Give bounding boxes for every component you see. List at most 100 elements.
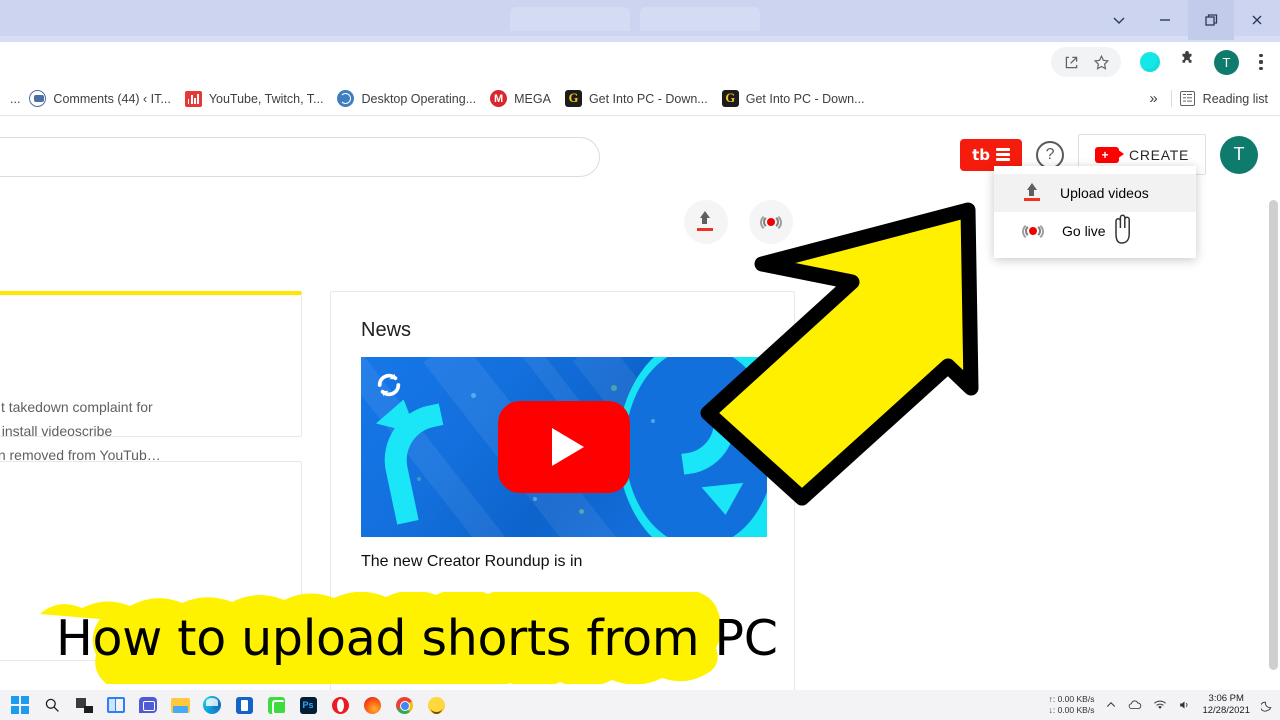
menu-item-label: Go live	[1062, 223, 1106, 239]
party-icon	[427, 696, 445, 714]
bookmark-item-getintopc-1[interactable]: G Get Into PC - Down...	[558, 87, 715, 110]
wifi-icon[interactable]	[1153, 699, 1167, 711]
edge-button[interactable]	[200, 693, 224, 717]
green-app-button[interactable]	[264, 693, 288, 717]
close-icon[interactable]	[1234, 0, 1280, 40]
bookmark-item-youtube-twitch[interactable]: YouTube, Twitch, T...	[178, 87, 331, 110]
getintopc-favicon: G	[564, 90, 582, 107]
clock[interactable]: 3:06 PM 12/28/2021	[1202, 693, 1250, 717]
reading-list-button[interactable]: Reading list	[1179, 90, 1276, 107]
minimize-icon[interactable]	[1142, 0, 1188, 40]
edge-icon	[203, 696, 221, 714]
hamburger-icon	[996, 148, 1010, 161]
menu-item-go-live[interactable]: Go live	[994, 212, 1196, 250]
restore-icon[interactable]	[1188, 0, 1234, 40]
menu-item-upload-videos[interactable]: Upload videos	[994, 174, 1196, 212]
notifications-card: ...fications ...om YouTube ... legal cop…	[0, 291, 302, 463]
refresh-icon	[377, 373, 401, 397]
bookmark-item-comments[interactable]: Comments (44) ‹ IT...	[22, 87, 177, 110]
chevron-up-icon[interactable]	[1105, 699, 1117, 711]
bookmarks-overflow-icon[interactable]: »	[1143, 90, 1163, 107]
scrollbar-thumb[interactable]	[1268, 200, 1278, 670]
news-headline[interactable]: The new Creator Roundup is in	[361, 550, 761, 574]
help-question-icon[interactable]: ?	[1036, 140, 1065, 169]
bookmark-label: MEGA	[514, 91, 551, 106]
bookmarks-divider	[1170, 90, 1172, 107]
news-card-title: News	[361, 319, 412, 341]
reading-list-icon	[1179, 90, 1196, 107]
firefox-button[interactable]	[360, 693, 384, 717]
microsoft-store-button[interactable]	[232, 693, 256, 717]
profile-avatar[interactable]: T	[1214, 49, 1239, 75]
go-live-circle[interactable]	[749, 200, 793, 244]
omnibox-actions	[1051, 47, 1121, 77]
widgets-icon	[107, 697, 125, 713]
firefox-icon	[363, 696, 381, 714]
youtube-play-icon	[498, 401, 630, 493]
extension-circle-icon[interactable]	[1140, 52, 1160, 72]
browser-tab-strip[interactable]	[0, 0, 1280, 42]
go-live-icon	[1022, 221, 1044, 241]
taskbar-apps: Ps	[8, 690, 448, 720]
news-thumbnail[interactable]	[361, 357, 767, 537]
caption-annotation: How to upload shorts from PC	[30, 592, 890, 684]
search-button[interactable]	[40, 693, 64, 717]
bookmark-overflow-left[interactable]: ...	[4, 89, 22, 109]
screen: T ... Comments (44) ‹ IT... YouTube, Twi…	[0, 0, 1280, 720]
bookmark-label: YouTube, Twitch, T...	[208, 91, 324, 106]
folder-icon	[170, 697, 190, 713]
upload-speed: ↑: 0.00 KB/s	[1048, 694, 1095, 704]
volume-icon[interactable]	[1178, 699, 1191, 711]
collapse-chevron-icon[interactable]	[1096, 0, 1142, 40]
widgets-button[interactable]	[104, 693, 128, 717]
bookmark-item-getintopc-2[interactable]: G Get Into PC - Down...	[715, 87, 872, 110]
search-icon	[45, 698, 59, 712]
star-icon[interactable]	[1087, 48, 1115, 76]
caption-text: How to upload shorts from PC	[56, 609, 778, 667]
kebab-menu-icon[interactable]	[1248, 47, 1274, 77]
party-app-button[interactable]	[424, 693, 448, 717]
chat-button[interactable]	[136, 693, 160, 717]
card-body-line: ... legal copyright takedown complaint f…	[0, 399, 153, 415]
create-label: CREATE	[1129, 146, 1189, 163]
start-button[interactable]	[8, 693, 32, 717]
search-input[interactable]	[0, 137, 600, 177]
network-speed: ↑: 0.00 KB/s ↓: 0.00 KB/s	[1049, 694, 1095, 716]
bookmark-label: Get Into PC - Down...	[588, 91, 708, 106]
menu-item-label: Upload videos	[1060, 185, 1149, 201]
file-explorer-button[interactable]	[168, 693, 192, 717]
vertical-scrollbar[interactable]	[1266, 200, 1280, 698]
puzzle-piece-icon[interactable]	[1178, 50, 1196, 74]
bookmark-label: Desktop Operating...	[361, 91, 477, 106]
create-dropdown-menu: Upload videos Go live	[994, 166, 1196, 258]
browser-tab[interactable]	[640, 7, 760, 31]
moon-icon[interactable]	[1261, 699, 1274, 712]
globe-favicon	[337, 90, 355, 107]
mouse-cursor-icon	[1115, 214, 1130, 244]
reading-list-label: Reading list	[1202, 91, 1268, 106]
system-tray: ↑: 0.00 KB/s ↓: 0.00 KB/s 3:06 PM 12/28/…	[1049, 690, 1274, 720]
task-view-button[interactable]	[72, 693, 96, 717]
browser-tab[interactable]	[510, 7, 630, 31]
bookmark-item-mega[interactable]: M MEGA	[483, 87, 558, 110]
chrome-icon	[395, 696, 413, 714]
opera-icon	[331, 696, 349, 714]
upload-icon	[695, 211, 717, 233]
analytics-favicon	[184, 90, 202, 107]
clock-time: 3:06 PM	[1208, 693, 1244, 704]
windows-logo-icon	[11, 696, 29, 714]
avatar[interactable]: T	[1220, 135, 1258, 174]
opera-button[interactable]	[328, 693, 352, 717]
share-icon[interactable]	[1057, 48, 1085, 76]
download-speed: ↓: 0.00 KB/s	[1048, 705, 1095, 715]
bookmark-item-desktop-operating[interactable]: Desktop Operating...	[330, 87, 483, 110]
chat-icon	[139, 697, 157, 713]
photoshop-icon: Ps	[299, 696, 317, 714]
card-body-line: ...download and install videoscribe	[0, 423, 113, 439]
cloud-icon[interactable]	[1128, 699, 1142, 711]
upload-videos-circle[interactable]	[684, 200, 728, 244]
bookmark-label: Get Into PC - Down...	[745, 91, 865, 106]
photoshop-button[interactable]: Ps	[296, 693, 320, 717]
getintopc-favicon: G	[721, 90, 739, 107]
chrome-button[interactable]	[392, 693, 416, 717]
